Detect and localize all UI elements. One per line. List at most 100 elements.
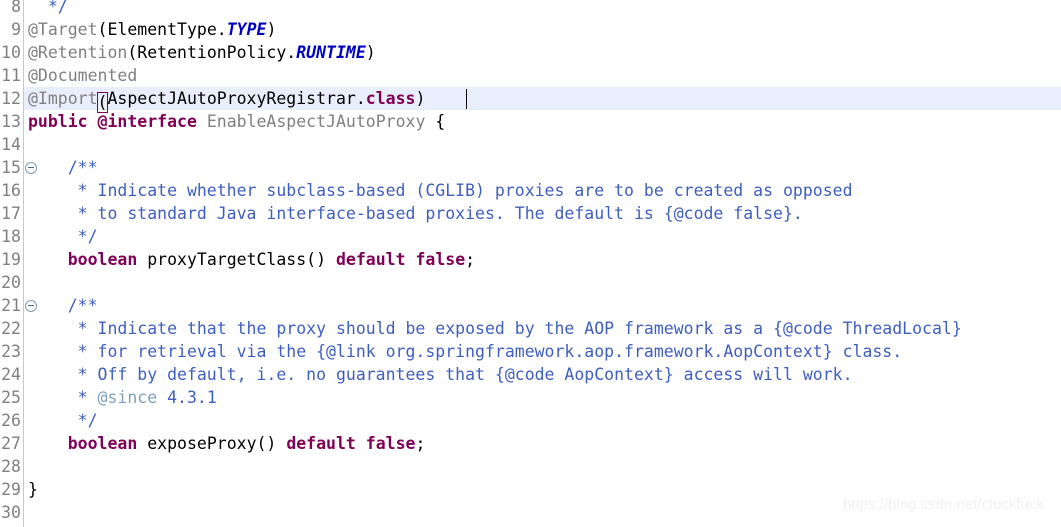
code-token: ; xyxy=(465,250,476,269)
code-token: ; xyxy=(415,434,426,453)
code-line[interactable] xyxy=(0,455,1061,478)
code-token: /** xyxy=(28,158,98,177)
code-fold-collapse-icon[interactable] xyxy=(25,300,37,312)
line-number: 27 xyxy=(1,434,21,453)
code-token: { xyxy=(425,112,446,131)
code-token: * Indicate whether subclass-based (CGLIB… xyxy=(28,181,853,200)
code-token: @Import xyxy=(28,89,98,108)
code-line[interactable]: */ xyxy=(0,0,1061,18)
code-token: false xyxy=(365,434,416,453)
code-line-text: /** xyxy=(28,294,98,317)
line-number: 14 xyxy=(1,135,21,154)
line-number: 22 xyxy=(1,319,21,338)
line-number: 21 xyxy=(1,296,21,315)
code-line[interactable]: @Documented xyxy=(0,64,1061,87)
code-line[interactable]: * Indicate that the proxy should be expo… xyxy=(0,317,1061,340)
code-token: boolean xyxy=(67,434,138,453)
code-line[interactable]: @Retention(RetentionPolicy.RUNTIME) xyxy=(0,41,1061,64)
code-token: * to standard Java interface-based proxi… xyxy=(28,204,803,223)
code-line-text: @Retention(RetentionPolicy.RUNTIME) xyxy=(28,41,376,64)
code-line[interactable]: * to standard Java interface-based proxi… xyxy=(0,202,1061,225)
line-number: 18 xyxy=(1,227,21,246)
line-number: 26 xyxy=(1,411,21,430)
code-line-text: * Off by default, i.e. no guarantees tha… xyxy=(28,363,853,386)
code-token: /** xyxy=(28,296,98,315)
code-line[interactable]: */ xyxy=(0,409,1061,432)
line-number: 23 xyxy=(1,342,21,361)
code-token: ElementType xyxy=(107,20,217,39)
code-token: RetentionPolicy xyxy=(137,43,287,62)
code-token: @Target xyxy=(28,20,98,39)
code-line[interactable] xyxy=(0,133,1061,156)
code-token: ) xyxy=(365,43,376,62)
code-token: ( xyxy=(127,43,138,62)
code-token: . xyxy=(286,43,297,62)
line-number: 28 xyxy=(1,457,21,476)
line-number: 11 xyxy=(1,66,21,85)
code-line[interactable]: public @interface EnableAspectJAutoProxy… xyxy=(0,110,1061,133)
code-line[interactable]: * Off by default, i.e. no guarantees tha… xyxy=(0,363,1061,386)
line-number: 20 xyxy=(1,273,21,292)
code-token: EnableAspectJAutoProxy xyxy=(206,112,426,131)
code-token: } xyxy=(28,480,38,499)
code-token: boolean xyxy=(67,250,138,269)
code-line[interactable]: boolean exposeProxy() default false; xyxy=(0,432,1061,455)
code-token: . xyxy=(355,89,366,108)
watermark: https://blog.csdn.net/cfuckfuck xyxy=(843,496,1044,513)
code-token: proxyTargetClass() xyxy=(137,250,336,269)
code-line[interactable]: /** xyxy=(0,294,1061,317)
line-number: 16 xyxy=(1,181,21,200)
text-caret xyxy=(466,89,467,109)
code-token: AspectJAutoProxyRegistrar xyxy=(107,89,356,108)
code-line-text: public @interface EnableAspectJAutoProxy… xyxy=(28,110,445,133)
code-token: * Off by default, i.e. no guarantees tha… xyxy=(28,365,853,384)
code-line[interactable]: @Target(ElementType.TYPE) xyxy=(0,18,1061,41)
line-number: 10 xyxy=(1,43,21,62)
code-token: @Documented xyxy=(28,66,138,85)
line-number: 13 xyxy=(1,112,21,131)
code-token: TYPE xyxy=(226,20,267,39)
code-line[interactable]: * @since 4.3.1 xyxy=(0,386,1061,409)
code-token: * xyxy=(28,388,98,407)
code-line-text: boolean proxyTargetClass() default false… xyxy=(28,248,475,271)
code-line-text: */ xyxy=(28,409,98,432)
code-token: public @interface xyxy=(28,112,197,131)
line-number: 30 xyxy=(1,503,21,522)
code-line-text: /** xyxy=(28,156,98,179)
code-token: */ xyxy=(28,411,98,430)
line-number: 12 xyxy=(1,89,21,108)
code-line[interactable]: boolean proxyTargetClass() default false… xyxy=(0,248,1061,271)
code-token: */ xyxy=(47,0,68,16)
code-line-text: @Documented xyxy=(28,64,137,87)
code-line-current[interactable]: @Import(AspectJAutoProxyRegistrar.class) xyxy=(0,87,1061,113)
code-line-text: * Indicate that the proxy should be expo… xyxy=(28,317,962,340)
code-token: exposeProxy() xyxy=(137,434,287,453)
code-line-text: @Target(ElementType.TYPE) xyxy=(28,18,276,41)
line-number: 15 xyxy=(1,158,21,177)
line-number-gutter[interactable]: 8 9 10 11 12 13 14 15 16 17 18 19 20 21 22 23 24 25 26 27 28… xyxy=(0,0,24,527)
code-line-text: * Indicate whether subclass-based (CGLIB… xyxy=(28,179,853,202)
code-line[interactable]: /** xyxy=(0,156,1061,179)
code-fold-collapse-icon[interactable] xyxy=(25,162,37,174)
code-line[interactable]: */ xyxy=(0,225,1061,248)
line-number: 19 xyxy=(1,250,21,269)
code-token: ) xyxy=(415,89,426,108)
code-line-text: boolean exposeProxy() default false; xyxy=(28,432,426,455)
code-token: @since xyxy=(97,388,158,407)
code-token: RUNTIME xyxy=(296,43,366,62)
code-editor[interactable]: 8 9 10 11 12 13 14 15 16 17 18 19 20 21 22 23 24 25 26 27 28… xyxy=(0,0,1061,527)
code-line[interactable]: * for retrieval via the {@link org.sprin… xyxy=(0,340,1061,363)
line-number: 9 xyxy=(11,20,21,39)
code-line-text: * @since 4.3.1 xyxy=(28,386,217,409)
code-line[interactable] xyxy=(0,271,1061,294)
code-line-text: */ xyxy=(28,0,68,18)
code-line-text: * for retrieval via the {@link org.sprin… xyxy=(28,340,903,363)
code-line[interactable]: * Indicate whether subclass-based (CGLIB… xyxy=(0,179,1061,202)
code-token: default xyxy=(286,434,356,453)
code-text-area[interactable]: */@Target(ElementType.TYPE) @Retention(Re… xyxy=(0,0,1061,527)
